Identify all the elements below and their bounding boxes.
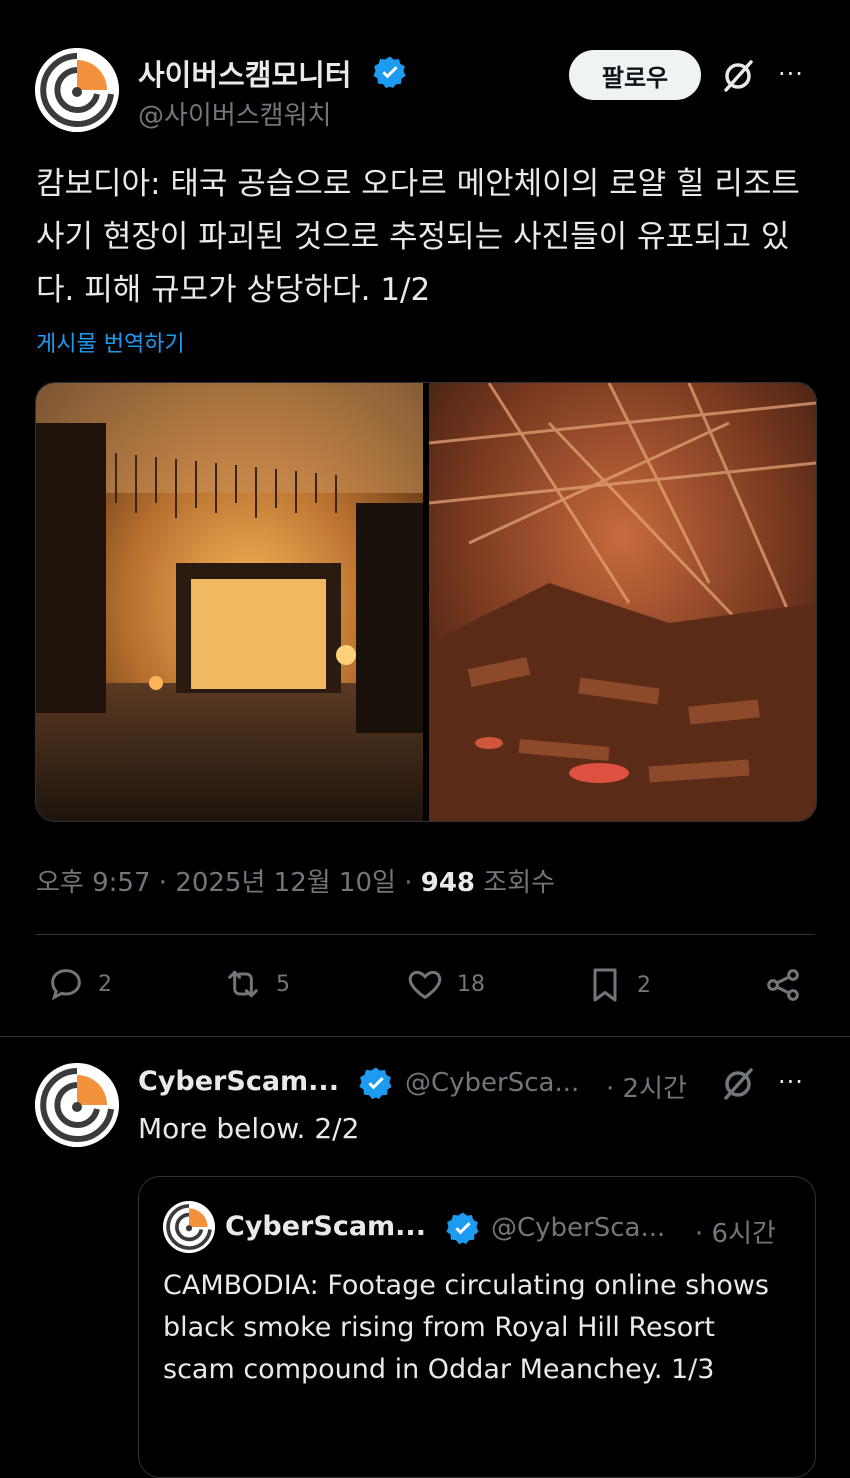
repost-icon	[228, 970, 258, 998]
repost-button[interactable]: 5	[222, 964, 290, 1004]
reply-text: More below. 2/2	[138, 1112, 360, 1145]
photo-burned-doorway[interactable]	[36, 383, 423, 821]
reply-button[interactable]: 2	[46, 964, 112, 1004]
share-icon	[767, 969, 799, 1001]
quote-time: · 6시간	[695, 1219, 776, 1249]
grok-icon[interactable]	[718, 1064, 758, 1104]
bookmark-button[interactable]: 2	[585, 964, 651, 1006]
quote-avatar	[163, 1201, 215, 1253]
display-name[interactable]: 사이버스캠모니터	[138, 52, 351, 94]
share-button[interactable]	[762, 964, 804, 1006]
quote-text: CAMBODIA: Footage circulating online sho…	[163, 1270, 769, 1385]
tweet-date[interactable]: 2025년 12월 10일	[175, 868, 396, 898]
quote-display-name: CyberScam...	[225, 1211, 426, 1242]
like-button[interactable]: 18	[405, 964, 485, 1004]
reply-display-name[interactable]: CyberScam...	[138, 1066, 339, 1097]
reply-count: 2	[98, 971, 112, 997]
more-options-icon[interactable]: ···	[778, 1068, 804, 1096]
tweet-meta: 오후 9:57 · 2025년 12월 10일 · 948 조회수	[36, 862, 555, 899]
more-options-icon[interactable]: ···	[778, 60, 804, 88]
views-label: 조회수	[483, 868, 556, 898]
verified-badge-icon	[372, 55, 408, 91]
verified-badge-icon	[445, 1211, 481, 1247]
quoted-tweet[interactable]: CyberScam... @CyberSca... · 6시간 CAMBODIA…	[138, 1176, 816, 1478]
repost-count: 5	[276, 971, 290, 997]
translate-link[interactable]: 게시물 번역하기	[36, 326, 185, 358]
cyberscam-logo-icon	[35, 48, 119, 132]
follow-button[interactable]: 팔로우	[569, 50, 701, 100]
media-grid[interactable]	[35, 382, 817, 822]
reply-icon	[51, 969, 81, 1001]
bookmark-icon	[593, 968, 617, 1002]
tweet-text: 캄보디아: 태국 공습으로 오다르 메안체이의 로얄 힐 리조트 사기 현장이 …	[36, 166, 800, 308]
avatar[interactable]	[35, 48, 119, 132]
heart-icon	[408, 970, 442, 1000]
bookmark-count: 2	[637, 972, 651, 998]
reply-time[interactable]: · 2시간	[606, 1068, 687, 1105]
reply-avatar[interactable]	[35, 1063, 119, 1147]
like-count: 18	[457, 971, 485, 997]
divider	[35, 934, 815, 935]
meta-separator: ·	[158, 868, 168, 898]
verified-badge-icon	[358, 1066, 394, 1102]
cyberscam-logo-icon	[163, 1201, 215, 1253]
meta-separator: ·	[404, 868, 413, 898]
handle[interactable]: @사이버스캠워치	[138, 95, 331, 132]
tweet-time[interactable]: 오후 9:57	[36, 868, 151, 898]
divider	[0, 1036, 850, 1037]
quote-handle: @CyberSca...	[491, 1213, 666, 1243]
reply-handle[interactable]: @CyberSca...	[405, 1068, 579, 1098]
photo-collapsed-roof[interactable]	[429, 383, 816, 821]
cyberscam-logo-icon	[35, 1063, 119, 1147]
views-count: 948	[420, 868, 476, 898]
grok-icon[interactable]	[718, 56, 758, 96]
